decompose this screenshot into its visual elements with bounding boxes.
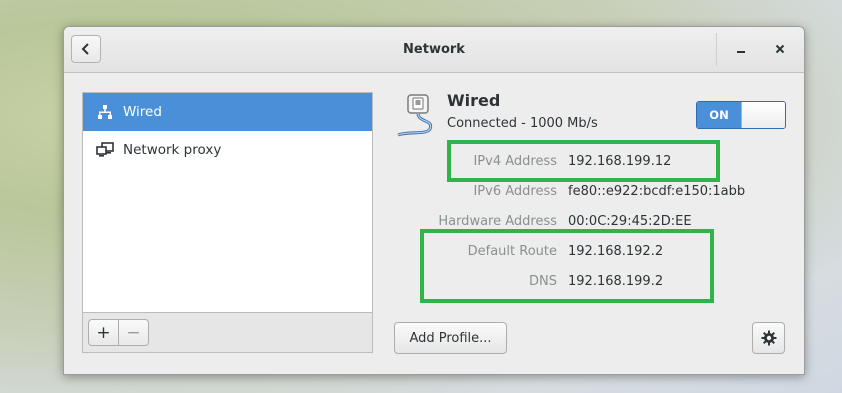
remove-connection-button[interactable]: − — [118, 319, 149, 346]
network-proxy-icon — [96, 141, 114, 159]
wired-toggle-switch[interactable]: ON — [696, 101, 786, 129]
sidebar-item-label: Network proxy — [123, 142, 222, 158]
device-name: Wired — [447, 91, 501, 110]
network-device-list: Wired Network proxy — [82, 92, 373, 313]
switch-on-label: ON — [697, 102, 741, 128]
switch-knob[interactable] — [741, 102, 785, 128]
add-profile-button[interactable]: Add Profile... — [394, 322, 507, 354]
connection-status: Connected - 1000 Mb/s — [447, 116, 598, 131]
add-connection-button[interactable]: + — [88, 319, 119, 346]
window-title: Network — [403, 42, 465, 57]
list-toolbar: + − — [82, 313, 373, 353]
settings-button[interactable] — [752, 322, 785, 354]
route-dns-highlight-box — [420, 229, 714, 303]
close-icon — [775, 44, 785, 54]
back-button[interactable] — [71, 35, 101, 63]
hardware-address-label: Hardware Address — [438, 214, 557, 229]
minimize-button[interactable] — [729, 37, 753, 61]
header-bar: Network — [64, 27, 804, 73]
sidebar-item-label: Wired — [123, 104, 162, 120]
chevron-left-icon — [81, 43, 89, 55]
wired-network-icon — [96, 103, 114, 121]
network-settings-window: Network Wired Network proxy + − Wired Co… — [63, 26, 805, 375]
sidebar-item-network-proxy[interactable]: Network proxy — [83, 131, 372, 169]
close-button[interactable] — [768, 37, 792, 61]
gear-icon — [761, 330, 776, 346]
ipv6-address-label: IPv6 Address — [473, 184, 557, 199]
hardware-address-value: 00:0C:29:45:2D:EE — [568, 214, 692, 229]
ipv6-address-value: fe80::e922:bcdf:e150:1abb — [568, 184, 746, 199]
minimize-icon — [737, 51, 745, 53]
wired-connection-icon — [394, 91, 442, 139]
sidebar-item-wired[interactable]: Wired — [83, 93, 372, 131]
ipv4-highlight-box — [447, 140, 720, 182]
header-separator — [716, 33, 717, 66]
